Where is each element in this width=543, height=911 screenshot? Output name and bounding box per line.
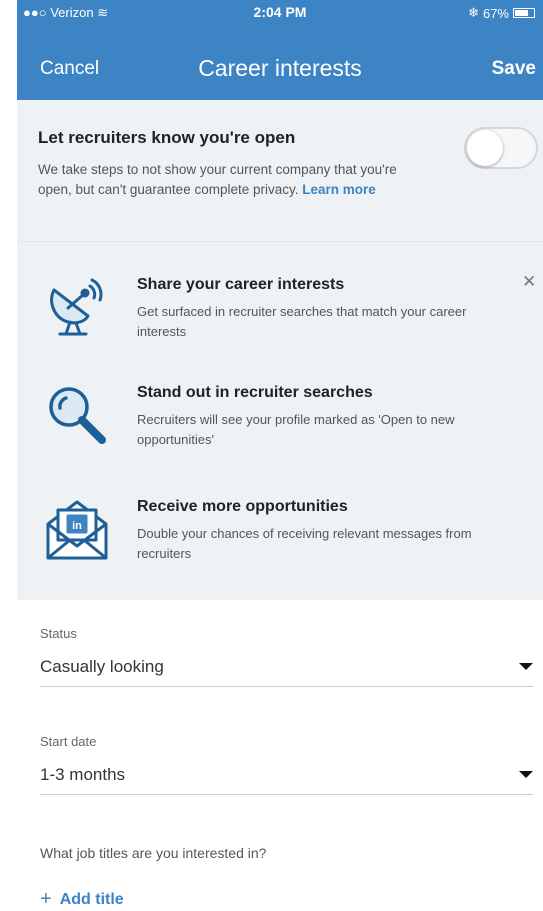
magnifier-icon — [49, 387, 106, 444]
toggle-knob — [467, 130, 503, 166]
start-date-label: Start date — [40, 734, 97, 749]
satellite-dish-icon — [50, 278, 103, 336]
envelope-in-icon: in — [46, 500, 108, 560]
nav-bar: Cancel Career interests Save — [17, 24, 543, 100]
feature-more-opportunities: in Receive more opportunities Double you… — [17, 496, 543, 606]
start-date-select[interactable]: 1-3 months — [40, 761, 533, 795]
open-to-recruiters-section: Let recruiters know you're open We take … — [17, 100, 543, 240]
add-title-label: Add title — [59, 890, 124, 908]
learn-more-link[interactable]: Learn more — [302, 182, 376, 197]
battery-area: ❄ 67% — [468, 5, 535, 21]
feature-stand-out: Stand out in recruiter searches Recruite… — [17, 382, 543, 492]
info-panel: Let recruiters know you're open We take … — [17, 100, 543, 600]
battery-percent: 67% — [482, 5, 509, 21]
clock: 2:04 PM — [253, 4, 307, 20]
feature-title: Share your career interests — [137, 276, 345, 293]
job-titles-question: What job titles are you interested in? — [40, 845, 267, 861]
battery-icon — [513, 8, 535, 18]
status-label: Status — [40, 626, 77, 641]
feature-title: Receive more opportunities — [137, 498, 348, 515]
feature-share-interests: Share your career interests Get surfaced… — [17, 274, 543, 384]
status-select[interactable]: Casually looking — [40, 653, 533, 687]
status-value: Casually looking — [40, 657, 164, 676]
chevron-down-icon — [519, 663, 533, 670]
recruiter-toggle-title: Let recruiters know you're open — [38, 128, 296, 147]
divider — [17, 241, 543, 242]
recruiter-description: We take steps to not show your current c… — [38, 160, 408, 200]
status-field: Status Casually looking — [40, 626, 533, 687]
feature-description: Get surfaced in recruiter searches that … — [137, 304, 467, 339]
start-date-value: 1-3 months — [40, 765, 126, 784]
svg-text:in: in — [72, 520, 82, 532]
feature-description: Recruiters will see your profile marked … — [137, 412, 455, 447]
chevron-down-icon — [519, 771, 533, 778]
open-to-recruiters-toggle[interactable] — [464, 127, 538, 169]
feature-description: Double your chances of receiving relevan… — [137, 526, 472, 561]
feature-title: Stand out in recruiter searches — [137, 384, 373, 401]
start-date-field: Start date 1-3 months — [40, 734, 533, 795]
bluetooth-icon: ❄ — [468, 5, 479, 20]
status-bar: ●●○ Verizon ≋ 2:04 PM ❄ 67% — [17, 0, 543, 24]
page-title: Career interests — [198, 55, 362, 81]
save-button[interactable]: Save — [492, 58, 536, 80]
